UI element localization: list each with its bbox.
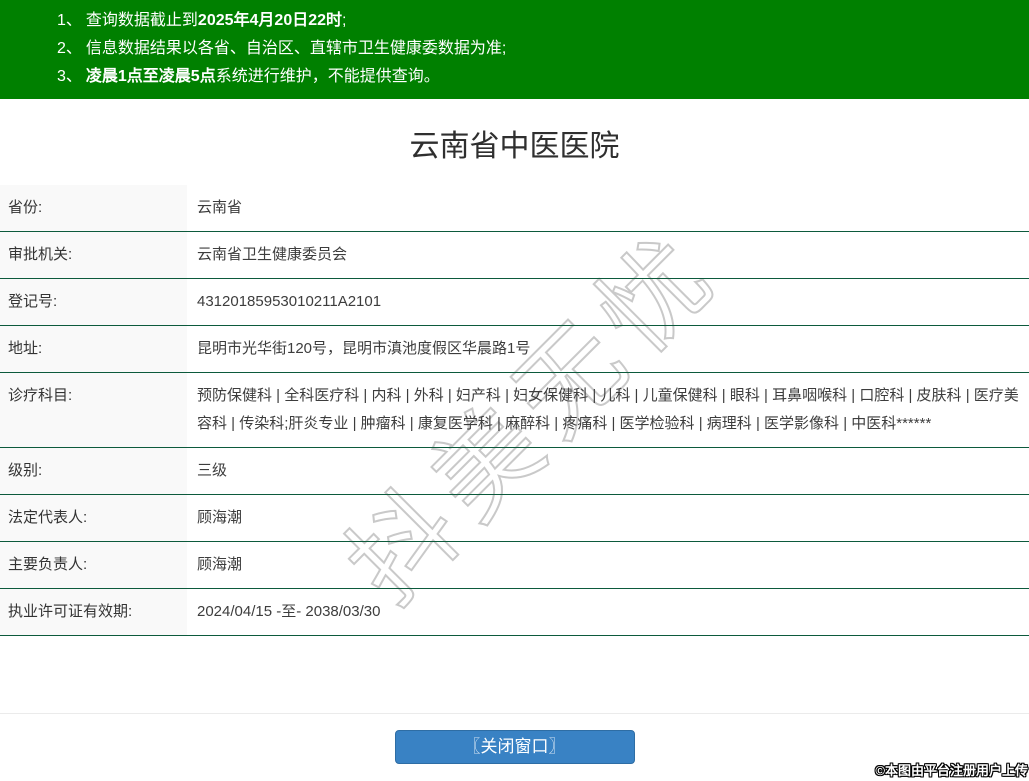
row-value: 三级 [187, 448, 1029, 494]
table-row-level: 级别: 三级 [0, 448, 1029, 495]
row-label: 级别: [0, 448, 187, 494]
table-row-province: 省份: 云南省 [0, 185, 1029, 232]
row-label: 省份: [0, 185, 187, 231]
row-label: 执业许可证有效期: [0, 589, 187, 635]
main-content: 云南省中医医院 省份: 云南省 审批机关: 云南省卫生健康委员会 登记号: 43… [0, 127, 1029, 764]
row-value: 预防保健科 | 全科医疗科 | 内科 | 外科 | 妇产科 | 妇女保健科 | … [187, 373, 1029, 447]
row-label: 登记号: [0, 279, 187, 325]
button-row: 〖关闭窗口〗 [0, 714, 1029, 764]
notice-line-2: 2、信息数据结果以各省、自治区、直辖市卫生健康委数据为准; [57, 35, 1019, 63]
row-label: 法定代表人: [0, 495, 187, 541]
row-label: 主要负责人: [0, 542, 187, 588]
notice-text-bold: 2025年4月20日22时 [198, 12, 342, 29]
notice-text: ; [342, 12, 346, 29]
table-row-registration-number: 登记号: 43120185953010211A2101 [0, 279, 1029, 326]
notice-text-bold: 凌晨1点至凌晨5点 [86, 68, 216, 85]
row-value: 云南省卫生健康委员会 [187, 232, 1029, 278]
table-row-approval-authority: 审批机关: 云南省卫生健康委员会 [0, 232, 1029, 279]
table-row-medical-subjects: 诊疗科目: 预防保健科 | 全科医疗科 | 内科 | 外科 | 妇产科 | 妇女… [0, 373, 1029, 448]
notice-number: 2、 [57, 40, 82, 57]
row-label: 地址: [0, 326, 187, 372]
notice-text: 系统进行维护，不能提供查询。 [216, 68, 440, 85]
row-value: 顾海潮 [187, 495, 1029, 541]
table-row-address: 地址: 昆明市光华街120号，昆明市滇池度假区华晨路1号 [0, 326, 1029, 373]
notice-number: 3、 [57, 68, 82, 85]
notice-text: 信息数据结果以各省、自治区、直辖市卫生健康委数据为准; [86, 40, 506, 57]
notice-line-1: 1、查询数据截止到2025年4月20日22时; [57, 7, 1019, 35]
row-label: 诊疗科目: [0, 373, 187, 447]
close-window-button[interactable]: 〖关闭窗口〗 [395, 730, 635, 764]
row-label: 审批机关: [0, 232, 187, 278]
table-row-license-validity: 执业许可证有效期: 2024/04/15 -至- 2038/03/30 [0, 589, 1029, 636]
notice-line-3: 3、凌晨1点至凌晨5点系统进行维护，不能提供查询。 [57, 63, 1019, 91]
page-title: 云南省中医医院 [0, 127, 1029, 167]
table-row-principal: 主要负责人: 顾海潮 [0, 542, 1029, 589]
row-value: 43120185953010211A2101 [187, 279, 1029, 325]
copyright-watermark: ©本图由平台注册用户上传 [875, 760, 1028, 779]
notice-bar: 1、查询数据截止到2025年4月20日22时; 2、信息数据结果以各省、自治区、… [0, 0, 1029, 99]
row-value: 顾海潮 [187, 542, 1029, 588]
notice-number: 1、 [57, 12, 82, 29]
row-value: 昆明市光华街120号，昆明市滇池度假区华晨路1号 [187, 326, 1029, 372]
notice-text: 查询数据截止到 [86, 12, 198, 29]
row-value: 云南省 [187, 185, 1029, 231]
row-value: 2024/04/15 -至- 2038/03/30 [187, 589, 1029, 635]
hospital-info-table: 省份: 云南省 审批机关: 云南省卫生健康委员会 登记号: 4312018595… [0, 185, 1029, 636]
table-row-legal-representative: 法定代表人: 顾海潮 [0, 495, 1029, 542]
